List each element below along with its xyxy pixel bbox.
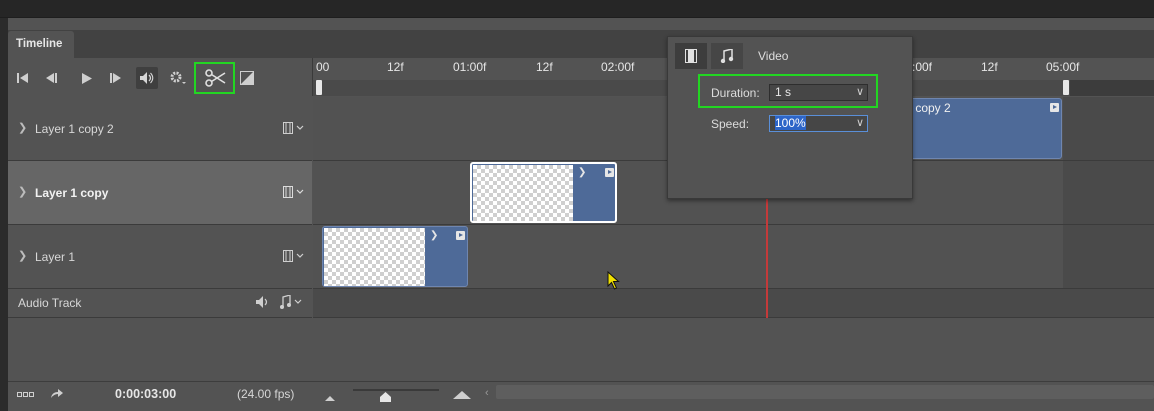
layer-name: Layer 1 copy <box>35 186 109 200</box>
layer-name: Layer 1 <box>35 250 76 264</box>
app-top-bar <box>0 0 1154 18</box>
current-timecode[interactable]: 0:00:03:00 <box>115 387 176 401</box>
previous-frame-icon[interactable] <box>45 70 59 86</box>
layer-row[interactable]: ❯ Layer 1 <box>8 225 312 289</box>
audio-track-lane[interactable] <box>313 289 1154 318</box>
clip-expand-arrow-icon[interactable]: ❯ <box>430 230 438 241</box>
ruler-tick-label: 00 <box>316 60 330 74</box>
layer-row[interactable]: ❯ Layer 1 copy 2 <box>8 97 312 161</box>
ruler-tick-label: 02:00f <box>601 60 635 74</box>
video-tab-film-icon[interactable] <box>675 43 707 69</box>
transition-icon[interactable] <box>239 70 255 86</box>
audio-track-label: Audio Track <box>18 296 82 310</box>
zoom-out-mountain-icon[interactable] <box>325 390 335 404</box>
chevron-down-icon: ∨ <box>855 86 864 98</box>
convert-to-frame-animation-icon[interactable] <box>17 388 35 402</box>
work-area-start-handle[interactable] <box>316 80 322 95</box>
tab-timeline-label: Timeline <box>16 38 63 50</box>
ruler-tick-label: 05:00f <box>1046 60 1080 74</box>
expand-chevron-icon[interactable]: ❯ <box>18 249 27 262</box>
duration-value: 1 s <box>775 85 792 99</box>
clip-thumbnail <box>324 228 425 286</box>
next-frame-icon[interactable] <box>109 70 123 86</box>
layer-name: Layer 1 copy 2 <box>35 122 114 136</box>
work-area-outside <box>1070 80 1154 96</box>
audio-volume-icon[interactable] <box>256 296 270 311</box>
chevron-down-icon: ∨ <box>855 117 864 129</box>
speed-value: 100% <box>775 116 806 130</box>
duration-select[interactable]: 1 s ∨ <box>769 84 868 101</box>
expand-chevron-icon[interactable]: ❯ <box>18 185 27 198</box>
split-at-playhead-scissors-icon[interactable] <box>194 62 235 94</box>
audio-track-row[interactable]: Audio Track <box>8 289 312 318</box>
clip-expand-arrow-icon[interactable]: ❯ <box>578 167 586 178</box>
clip-layer-1-copy-2[interactable]: r 1 copy 2 <box>895 98 1062 159</box>
tab-timeline[interactable]: Timeline <box>8 31 74 58</box>
mouse-cursor-icon <box>607 270 621 294</box>
clip-layer-1-copy[interactable]: ❯ <box>470 162 617 223</box>
horizontal-scrollbar[interactable] <box>496 385 1154 399</box>
ruler-tick-label: 12f <box>536 60 553 74</box>
zoom-slider-track[interactable] <box>353 389 439 391</box>
clip-video-menu-icon[interactable] <box>456 231 465 240</box>
clip-video-menu-icon[interactable] <box>605 168 614 177</box>
go-to-first-frame-icon[interactable] <box>16 70 30 86</box>
film-strip-menu-icon[interactable] <box>283 121 309 138</box>
audio-music-note-menu-icon[interactable] <box>280 294 306 312</box>
panel-tab-strip <box>8 30 1154 58</box>
clip-video-menu-icon[interactable] <box>1050 103 1059 112</box>
render-video-icon[interactable] <box>50 387 64 402</box>
frame-rate: (24.00 fps) <box>237 387 295 401</box>
expand-chevron-icon[interactable]: ❯ <box>18 121 27 134</box>
duration-label: Duration: <box>711 86 760 100</box>
speed-label: Speed: <box>711 117 750 131</box>
film-strip-menu-icon[interactable] <box>283 249 309 266</box>
clip-thumbnail <box>473 165 573 221</box>
timeline-toolbar <box>8 58 312 96</box>
scroll-left-arrow-icon[interactable]: ‹ <box>485 387 489 399</box>
clip-layer-1[interactable]: ❯ <box>322 226 468 287</box>
ruler-tick-label: 12f <box>981 60 998 74</box>
film-strip-menu-icon[interactable] <box>283 185 309 202</box>
settings-gear-icon[interactable] <box>168 70 188 86</box>
audio-tab-music-icon[interactable] <box>711 43 743 69</box>
ruler-tick-label: 01:00f <box>453 60 487 74</box>
layer-row-selected[interactable]: ❯ Layer 1 copy <box>8 161 312 225</box>
work-area-end-handle[interactable] <box>1063 80 1069 95</box>
zoom-slider-thumb[interactable] <box>380 391 391 405</box>
ruler-tick-label: 12f <box>387 60 404 74</box>
clip-properties-popup: Video Duration: 1 s ∨ Speed: 100% ∨ <box>667 36 913 199</box>
ruler-tick-label: :00f <box>912 60 933 74</box>
popup-header: Video <box>758 49 789 63</box>
mute-audio-icon[interactable] <box>136 67 158 89</box>
speed-select[interactable]: 100% ∨ <box>769 115 868 132</box>
play-icon[interactable] <box>79 70 93 86</box>
zoom-in-mountain-icon[interactable] <box>453 388 471 402</box>
